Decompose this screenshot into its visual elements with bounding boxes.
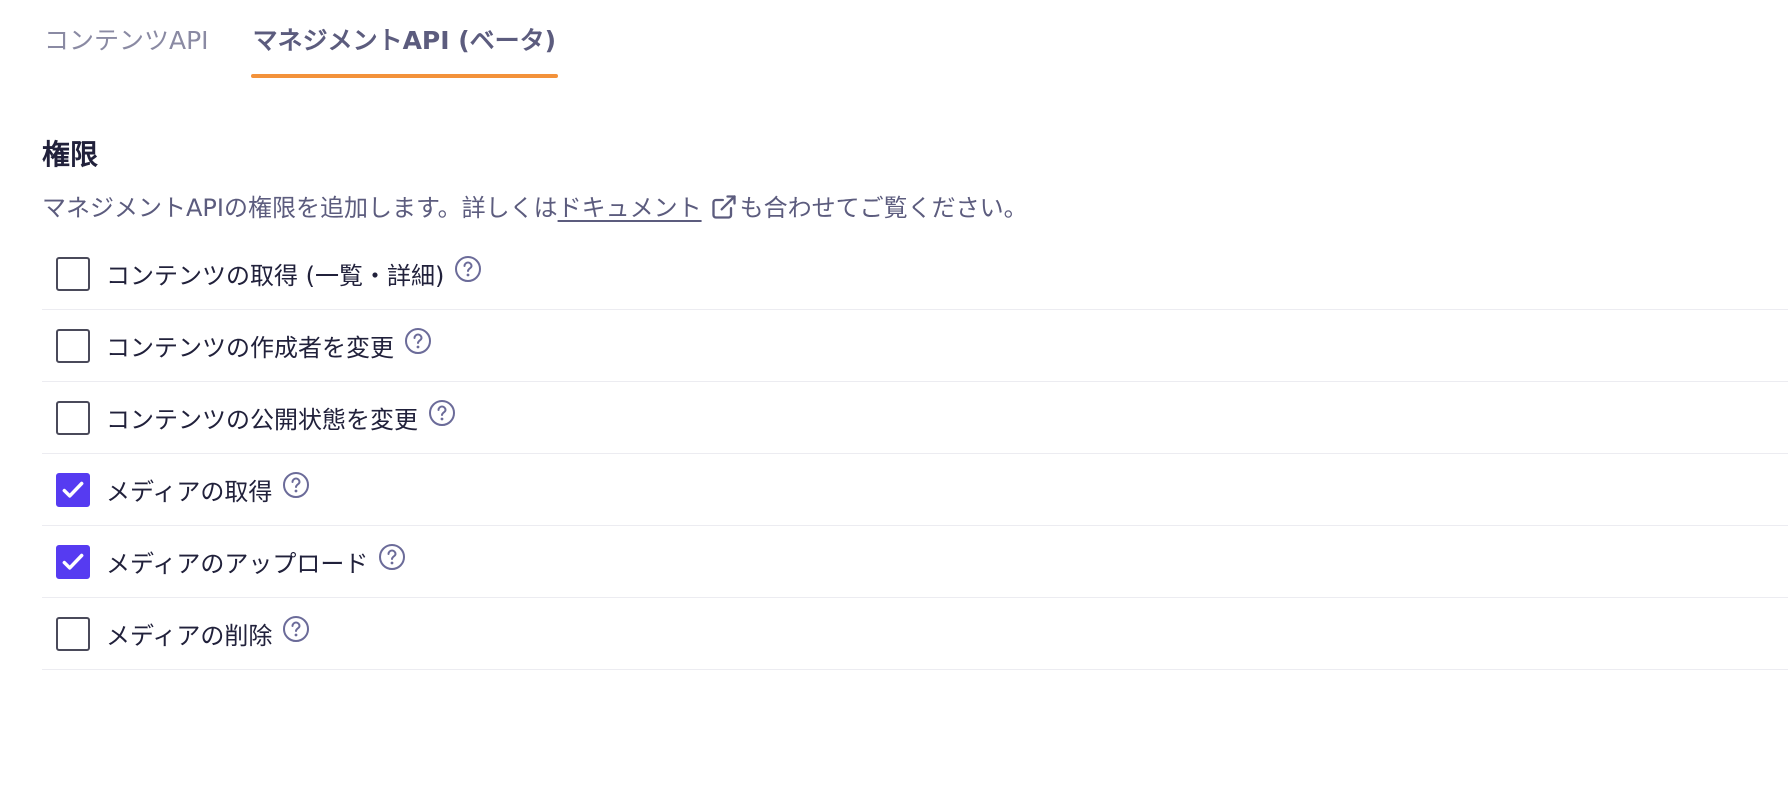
permission-checkbox-media-upload[interactable] [56, 544, 90, 579]
permission-label: メディアのアップロード [106, 550, 369, 578]
permission-row-media-delete: メディアの削除 [42, 598, 1788, 670]
permission-label: メディアの削除 [106, 622, 273, 650]
tab-management-api[interactable]: マネジメントAPI (ベータ) [250, 0, 559, 78]
permission-checkbox-media-get[interactable] [56, 472, 90, 507]
description-text: マネジメントAPIの権限を追加します。詳しくは [42, 194, 558, 222]
permission-checkbox-content-change-status[interactable] [56, 400, 90, 435]
question-circle-icon[interactable] [454, 255, 482, 283]
section-description: マネジメントAPIの権限を追加します。詳しくはドキュメント も合わせてご覧ください… [42, 180, 1788, 236]
checkmark-icon [62, 553, 84, 570]
permissions-section: 権限 マネジメントAPIの権限を追加します。詳しくはドキュメント も合わせてご覧く… [42, 130, 1788, 670]
question-circle-icon[interactable] [404, 327, 432, 355]
permission-row-content-get: コンテンツの取得 (一覧・詳細) [42, 238, 1788, 310]
question-circle-icon[interactable] [428, 399, 456, 427]
permission-list: コンテンツの取得 (一覧・詳細) コンテンツの作成者を変更 コンテンツの公開状態を変… [42, 238, 1788, 670]
permission-row-media-get: メディアの取得 [42, 454, 1788, 526]
permission-row-content-change-author: コンテンツの作成者を変更 [42, 310, 1788, 382]
api-tabs: コンテンツAPI マネジメントAPI (ベータ) [42, 0, 558, 80]
permission-checkbox-content-change-author[interactable] [56, 328, 90, 363]
documentation-link[interactable]: ドキュメント [558, 194, 702, 222]
permission-row-content-change-status: コンテンツの公開状態を変更 [42, 382, 1788, 454]
permission-label: メディアの取得 [106, 478, 273, 506]
description-text-suffix: も合わせてご覧ください。 [739, 194, 1028, 222]
checkmark-icon [62, 481, 84, 498]
permission-checkbox-media-delete[interactable] [56, 616, 90, 651]
question-circle-icon[interactable] [282, 471, 310, 499]
permission-checkbox-content-get[interactable] [56, 256, 90, 291]
question-circle-icon[interactable] [378, 543, 406, 571]
permission-label: コンテンツの作成者を変更 [106, 334, 394, 362]
permission-label: コンテンツの公開状態を変更 [106, 406, 418, 434]
section-title: 権限 [42, 138, 99, 171]
permission-label: コンテンツの取得 (一覧・詳細) [106, 262, 445, 290]
permission-row-media-upload: メディアのアップロード [42, 526, 1788, 598]
tab-content-api[interactable]: コンテンツAPI [42, 0, 211, 78]
question-circle-icon[interactable] [282, 615, 310, 643]
external-link-icon[interactable] [710, 185, 738, 219]
